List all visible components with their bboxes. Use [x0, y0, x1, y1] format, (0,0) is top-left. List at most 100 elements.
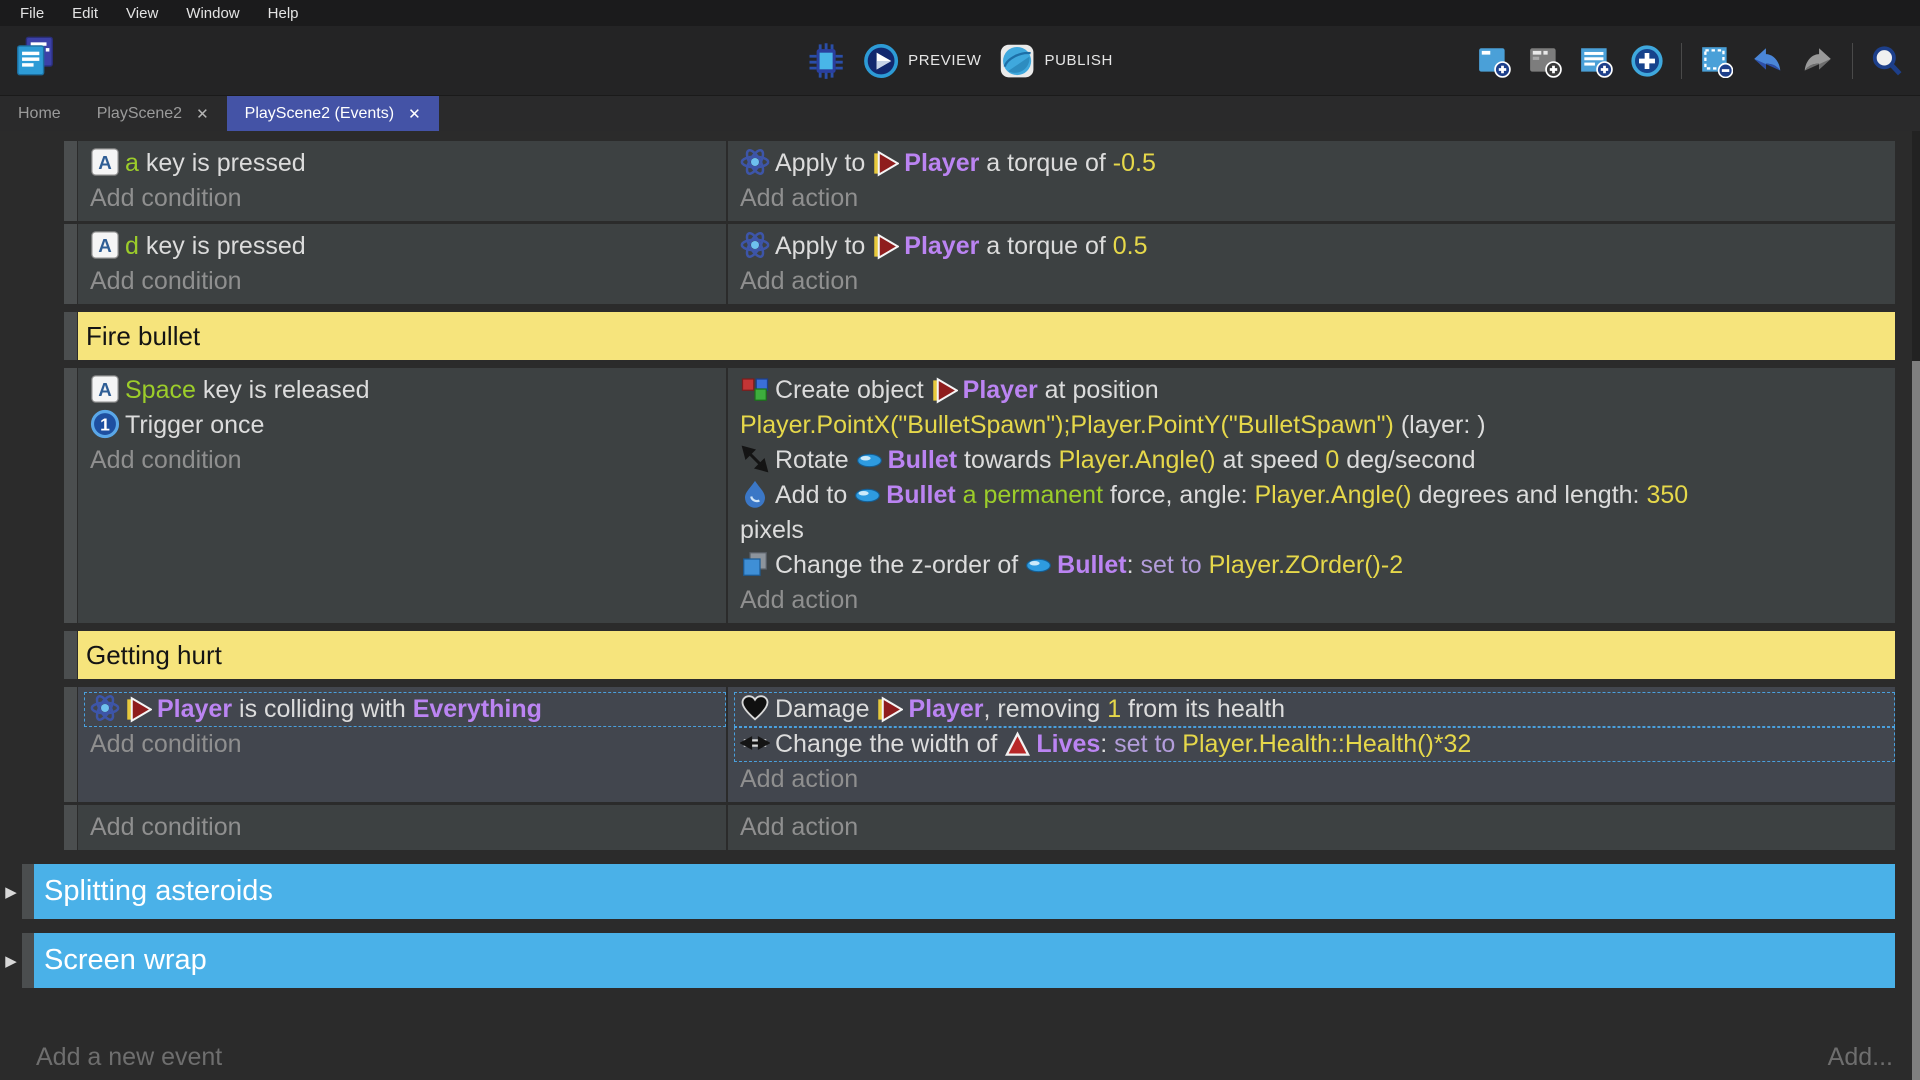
- action-line[interactable]: Apply to Player a torque of -0.5: [734, 146, 1895, 181]
- tab-playscene2[interactable]: PlayScene2 ✕: [79, 96, 227, 132]
- text-segment: Player: [904, 232, 979, 260]
- menu-file[interactable]: File: [6, 5, 58, 22]
- event-group-row: ▶Splitting asteroids: [0, 864, 1895, 919]
- condition-line[interactable]: Ad key is pressed: [84, 229, 726, 264]
- group-title[interactable]: Screen wrap: [34, 933, 1895, 988]
- conditions-column: Player is colliding with EverythingAdd c…: [78, 687, 728, 802]
- text-segment: Bullet: [888, 446, 957, 474]
- event-group-row: ▶ Screen wrap: [0, 933, 1895, 988]
- tab-close-icon[interactable]: ✕: [196, 107, 209, 122]
- undo-icon[interactable]: [1750, 44, 1784, 78]
- text-segment: force, angle:: [1103, 481, 1254, 509]
- comment-text[interactable]: Fire bullet: [78, 312, 1895, 360]
- text-segment: 350: [1646, 481, 1688, 509]
- add-condition-button[interactable]: Add condition: [84, 727, 726, 762]
- event-row-handle: [64, 141, 78, 221]
- add-action-button[interactable]: Add action: [734, 181, 1895, 216]
- physics-icon: [740, 147, 770, 177]
- add-condition-button[interactable]: Add condition: [84, 443, 726, 478]
- add-event-icon[interactable]: [1477, 44, 1511, 78]
- toolbar-separator: [1681, 43, 1682, 79]
- text-segment: set to: [1114, 730, 1182, 758]
- menu-window[interactable]: Window: [172, 5, 253, 22]
- add-action-button[interactable]: Add action: [734, 762, 1895, 797]
- text-segment: 0.5: [1113, 232, 1148, 260]
- condition-line[interactable]: Aa key is pressed: [84, 146, 726, 181]
- action-line[interactable]: Add to Bullet a permanent force, angle: …: [734, 478, 1895, 548]
- menu-help[interactable]: Help: [254, 5, 313, 22]
- svg-text:A: A: [98, 152, 112, 173]
- text-segment: towards: [957, 446, 1058, 474]
- menu-view[interactable]: View: [112, 5, 172, 22]
- add-comment-icon[interactable]: [1579, 44, 1613, 78]
- text-segment: a: [125, 149, 139, 177]
- delete-selection-icon[interactable]: [1699, 44, 1733, 78]
- add-action-button[interactable]: Add action: [734, 810, 1895, 845]
- text-segment: (layer: ): [1394, 411, 1486, 439]
- tab-home[interactable]: Home: [0, 96, 79, 132]
- text-segment: Bullet: [886, 481, 955, 509]
- text-segment: :: [1100, 730, 1114, 758]
- action-line[interactable]: Change the width of Lives: set to Player…: [734, 727, 1895, 762]
- conditions-column: Add condition: [78, 805, 728, 850]
- vertical-scrollbar-thumb[interactable]: [1912, 361, 1920, 1080]
- condition-line[interactable]: Player is colliding with Everything: [84, 692, 726, 727]
- search-icon[interactable]: [1870, 44, 1904, 78]
- add-condition-button[interactable]: Add condition: [84, 181, 726, 216]
- action-line[interactable]: Create object Player at positionPlayer.P…: [734, 373, 1895, 443]
- project-manager-icon[interactable]: [12, 33, 58, 79]
- action-line[interactable]: Change the z-order of Bullet: set to Pla…: [734, 548, 1895, 583]
- add-subevent-icon[interactable]: [1528, 44, 1562, 78]
- text-segment: Apply to: [775, 149, 872, 177]
- tab-playscene2-events-[interactable]: PlayScene2 (Events)✕: [227, 96, 439, 132]
- text-segment: key is released: [196, 376, 370, 404]
- zorder-icon: [740, 549, 770, 579]
- text-segment: Player: [904, 149, 979, 177]
- preview-button[interactable]: PREVIEW: [863, 43, 981, 79]
- event-row: Player is colliding with EverythingAdd c…: [64, 687, 1895, 802]
- text-segment: Player.Health::Health()*32: [1182, 730, 1471, 758]
- menu-edit[interactable]: Edit: [58, 5, 112, 22]
- add-circle-icon[interactable]: [1630, 44, 1664, 78]
- debug-icon[interactable]: [807, 42, 845, 80]
- condition-line[interactable]: ASpace key is released: [84, 373, 726, 408]
- redo-icon[interactable]: [1801, 44, 1835, 78]
- keyboard-icon: A: [90, 374, 120, 404]
- create-object-icon: [740, 374, 770, 404]
- chevron-right-icon: ▶: [5, 952, 17, 970]
- add-action-button[interactable]: Add action: [734, 264, 1895, 299]
- group-collapse-button[interactable]: ▶: [0, 864, 22, 919]
- action-line[interactable]: Damage Player, removing 1 from its healt…: [734, 692, 1895, 727]
- text-segment: 0: [1325, 446, 1339, 474]
- add-condition-button[interactable]: Add condition: [84, 264, 726, 299]
- tab-close-icon[interactable]: ✕: [408, 107, 421, 122]
- text-segment: , removing: [984, 695, 1108, 723]
- publish-button[interactable]: PUBLISH: [1000, 43, 1113, 79]
- text-segment: [956, 481, 963, 509]
- add-new-event-button[interactable]: Add a new event: [36, 1043, 222, 1072]
- text-segment: at position: [1038, 376, 1159, 404]
- group-title[interactable]: Splitting asteroids: [34, 864, 1895, 919]
- event-row-handle: [64, 368, 78, 623]
- text-segment: degrees and length:: [1412, 481, 1647, 509]
- text-segment: a torque of: [979, 149, 1112, 177]
- text-segment: Trigger once: [125, 411, 264, 439]
- text-segment: Player: [963, 376, 1038, 404]
- group-handle: [22, 864, 34, 919]
- text-segment: Everything: [413, 695, 542, 723]
- comment-text[interactable]: Getting hurt: [78, 631, 1895, 679]
- action-line[interactable]: Rotate Bullet towards Player.Angle() at …: [734, 443, 1895, 478]
- heart-icon: [740, 693, 770, 723]
- tab-label: PlayScene2: [97, 105, 182, 123]
- comment-handle: [64, 631, 78, 679]
- add-button[interactable]: Add...: [1828, 1043, 1893, 1072]
- group-collapse-button[interactable]: ▶: [0, 933, 22, 988]
- text-segment: key is pressed: [139, 232, 306, 260]
- group-handle: [22, 933, 34, 988]
- condition-line[interactable]: 1Trigger once: [84, 408, 726, 443]
- add-condition-button[interactable]: Add condition: [84, 810, 726, 845]
- action-line[interactable]: Apply to Player a torque of 0.5: [734, 229, 1895, 264]
- event-row-handle: [64, 224, 78, 304]
- add-action-button[interactable]: Add action: [734, 583, 1895, 618]
- force-icon: [740, 479, 770, 509]
